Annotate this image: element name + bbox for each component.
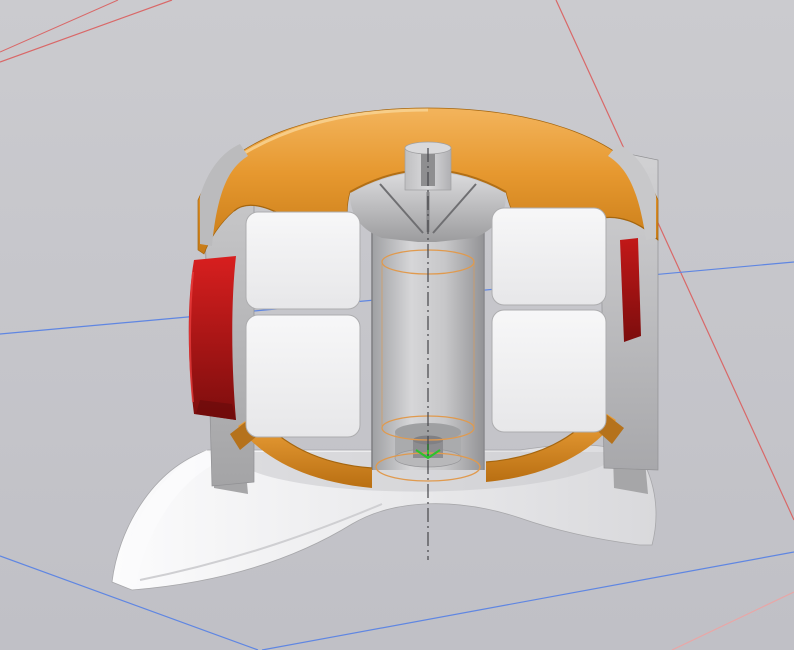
cad-viewport[interactable] [0, 0, 794, 650]
red-band-section-left [188, 256, 236, 420]
filler-block-left-top [245, 211, 361, 310]
filler-block-right-top [491, 207, 607, 306]
filler-block-left-bottom [245, 314, 361, 438]
filler-block-right-bottom [491, 309, 607, 433]
